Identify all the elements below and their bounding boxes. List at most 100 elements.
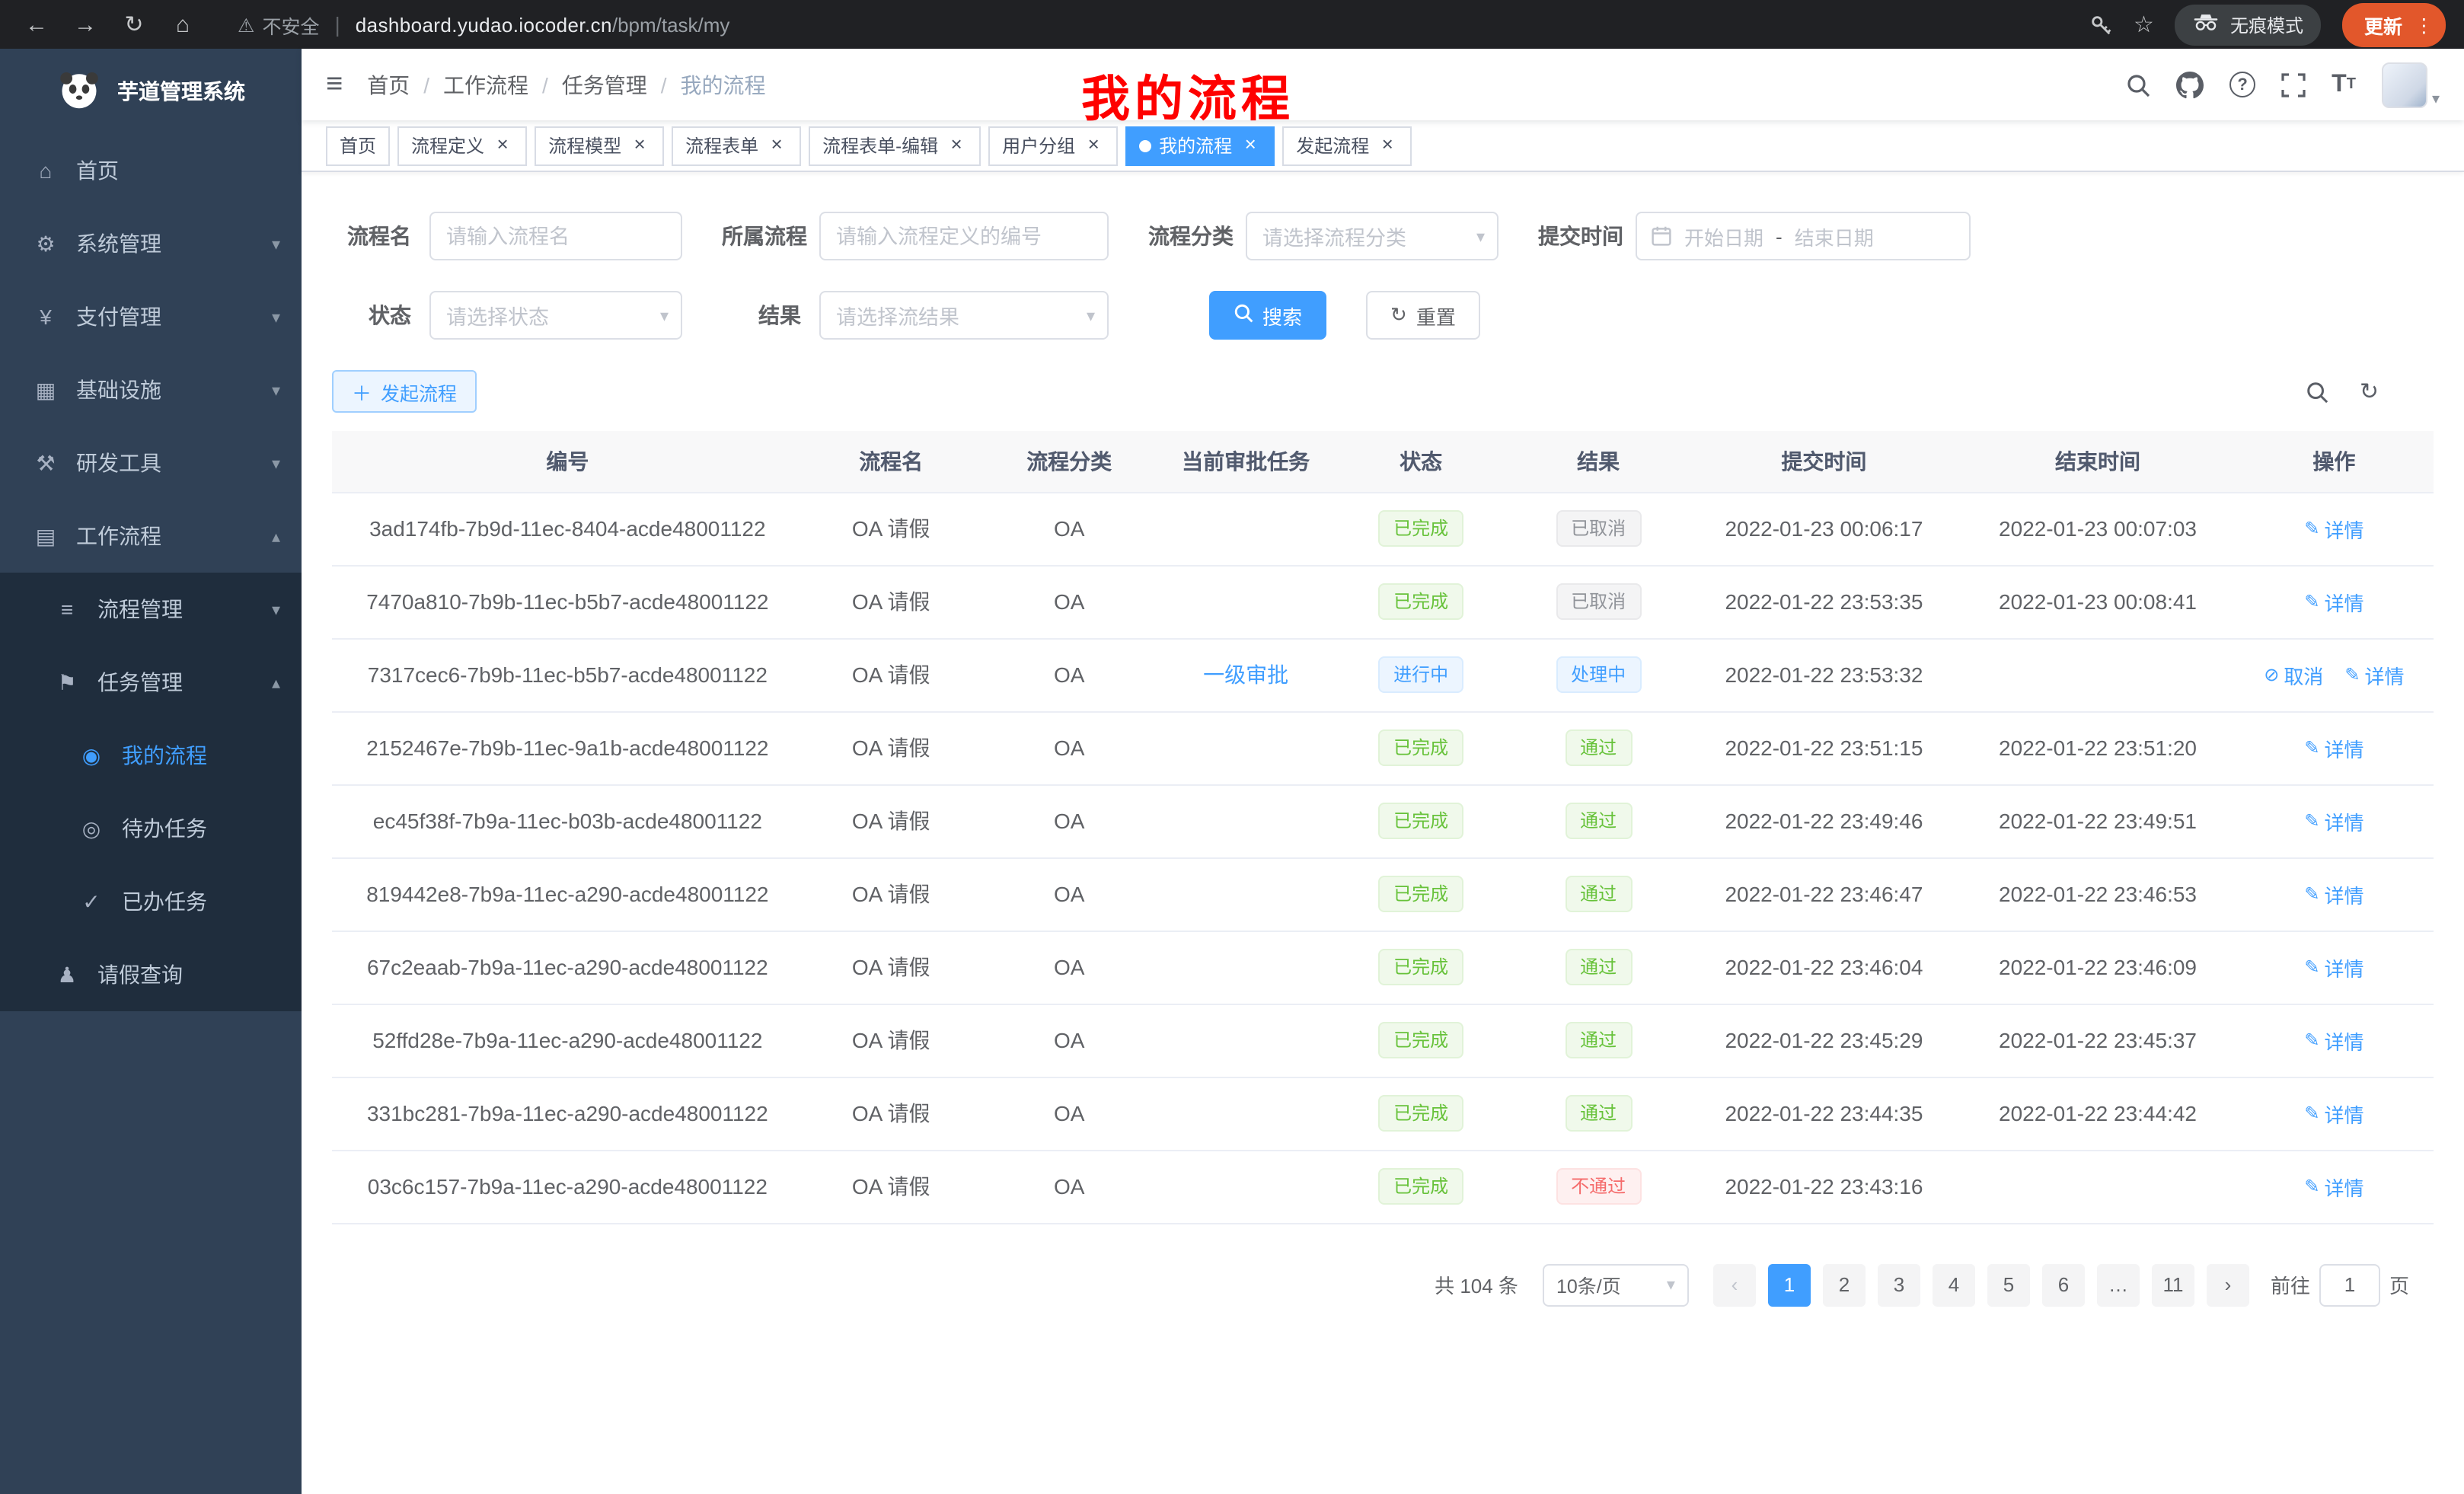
address-bar[interactable]: dashboard.yudao.iocoder.cn/bpm/task/my (356, 13, 730, 36)
app-logo-row[interactable]: 芋道管理系统 (0, 49, 302, 134)
page-button-4[interactable]: 4 (1933, 1263, 1975, 1306)
sidebar-item-done-tasks[interactable]: ✓已办任务 (0, 865, 302, 938)
page-button-2[interactable]: 2 (1823, 1263, 1866, 1306)
owner-process-input[interactable] (819, 212, 1109, 260)
search-button[interactable]: 搜索 (1209, 291, 1326, 340)
search-icon[interactable] (2126, 72, 2150, 97)
update-button[interactable]: 更新 ⋮ (2343, 2, 2446, 46)
leave-icon: ♟ (52, 962, 82, 988)
detail-button[interactable]: ✎详情 (2304, 1172, 2363, 1201)
browser-menu-icon[interactable]: ⋮ (2415, 13, 2434, 36)
table-row: 331bc281-7b9a-11ec-a290-acde48001122OA 请… (332, 1077, 2434, 1150)
sidebar-item-leave-query[interactable]: ♟请假查询 (0, 938, 302, 1011)
result-select[interactable]: 请选择流结果 ▾ (819, 291, 1109, 340)
reset-button[interactable]: ↻ 重置 (1366, 291, 1480, 340)
sidebar-item-payment-management[interactable]: ¥支付管理▾ (0, 280, 302, 353)
breadcrumb-item[interactable]: 任务管理 (562, 69, 647, 100)
detail-button[interactable]: ✎详情 (2304, 953, 2363, 982)
sidebar-item-infrastructure[interactable]: ▦基础设施▾ (0, 353, 302, 426)
detail-button[interactable]: ✎详情 (2304, 514, 2363, 543)
tab-process-model[interactable]: 流程模型× (535, 126, 664, 165)
process-name-label: 流程名 (332, 221, 429, 251)
page-button-11[interactable]: 11 (2152, 1263, 2194, 1306)
main-area: 我的流程 ≡ 首页/工作流程/任务管理/我的流程 ? TT (302, 49, 2464, 1494)
github-icon[interactable] (2176, 71, 2204, 98)
tab-home[interactable]: 首页 (326, 126, 390, 165)
tab-process-form-edit[interactable]: 流程表单-编辑× (809, 126, 981, 165)
tab-user-group[interactable]: 用户分组× (988, 126, 1118, 165)
tab-start-process[interactable]: 发起流程× (1282, 126, 1412, 165)
status-select[interactable]: 请选择状态 ▾ (429, 291, 682, 340)
font-size-icon[interactable]: TT (2332, 71, 2356, 98)
more-pages-button[interactable]: … (2097, 1263, 2140, 1306)
next-page-button[interactable]: › (2207, 1263, 2249, 1306)
sidebar-item-system-management[interactable]: ⚙系统管理▾ (0, 207, 302, 280)
detail-button[interactable]: ✎详情 (2304, 587, 2363, 616)
page-button-1[interactable]: 1 (1768, 1263, 1811, 1306)
sidebar-item-home[interactable]: ⌂首页 (0, 134, 302, 207)
close-icon[interactable]: × (1240, 135, 1261, 156)
sidebar-item-my-process[interactable]: ◉我的流程 (0, 719, 302, 792)
prev-page-button[interactable]: ‹ (1713, 1263, 1756, 1306)
search-toggle-icon[interactable] (2306, 380, 2329, 403)
security-status[interactable]: ⚠ 不安全 (238, 10, 319, 39)
breadcrumb-item[interactable]: 工作流程 (443, 69, 528, 100)
close-icon[interactable]: × (766, 135, 787, 156)
reload-icon[interactable]: ↻ (116, 8, 152, 41)
detail-button[interactable]: ✎详情 (2304, 1026, 2363, 1055)
detail-button[interactable]: ✎详情 (2304, 733, 2363, 762)
page-button-5[interactable]: 5 (1987, 1263, 2030, 1306)
edit-icon: ✎ (2304, 591, 2319, 612)
edit-icon: ✎ (2304, 810, 2319, 832)
avatar[interactable] (2382, 62, 2427, 107)
breadcrumb-item[interactable]: 首页 (367, 69, 410, 100)
tab-my-process[interactable]: 我的流程× (1125, 126, 1275, 165)
cell-submit-time: 2022-01-22 23:51:15 (1687, 711, 1961, 784)
submit-time-range-picker[interactable]: 开始日期 - 结束日期 (1636, 212, 1971, 260)
start-process-button[interactable]: ＋ 发起流程 (332, 370, 477, 413)
sidebar-item-todo-tasks[interactable]: ◎待办任务 (0, 792, 302, 865)
close-icon[interactable]: × (1377, 135, 1398, 156)
page-size-select[interactable]: 10条/页 ▾ (1543, 1263, 1689, 1306)
action-label: 详情 (2324, 1099, 2363, 1128)
cell-id: ec45f38f-7b9a-11ec-b03b-acde48001122 (332, 784, 803, 857)
jump-page-input[interactable] (2319, 1263, 2380, 1306)
page-button-6[interactable]: 6 (2042, 1263, 2085, 1306)
user-menu[interactable]: ▾ (2382, 62, 2440, 107)
close-icon[interactable]: × (946, 135, 967, 156)
close-icon[interactable]: × (629, 135, 650, 156)
fullscreen-icon[interactable] (2281, 72, 2306, 97)
sidebar-item-dev-tools[interactable]: ⚒研发工具▾ (0, 426, 302, 500)
cell-submit-time: 2022-01-22 23:53:32 (1687, 638, 1961, 711)
home-icon[interactable]: ⌂ (164, 8, 201, 41)
key-icon[interactable] (2089, 13, 2112, 36)
detail-button[interactable]: ✎详情 (2304, 879, 2363, 908)
tab-process-form[interactable]: 流程表单× (672, 126, 801, 165)
detail-button[interactable]: ✎详情 (2304, 1099, 2363, 1128)
detail-button[interactable]: ✎详情 (2344, 660, 2404, 689)
category-select[interactable]: 请选择流程分类 ▾ (1246, 212, 1499, 260)
sidebar-item-process-management[interactable]: ≡流程管理▾ (0, 573, 302, 646)
sidebar-item-task-management[interactable]: ⚑任务管理▴ (0, 646, 302, 719)
forward-icon[interactable]: → (67, 8, 104, 41)
cell-end-time: 2022-01-23 00:08:41 (1961, 565, 2235, 638)
refresh-table-icon[interactable]: ↻ (2360, 378, 2379, 405)
tabs-bar: 首页流程定义×流程模型×流程表单×流程表单-编辑×用户分组×我的流程×发起流程× (302, 120, 2464, 172)
table-row: 3ad174fb-7b9d-11ec-8404-acde48001122OA 请… (332, 492, 2434, 565)
sidebar-item-workflow[interactable]: ▤工作流程▴ (0, 500, 302, 573)
tab-process-definition[interactable]: 流程定义× (397, 126, 527, 165)
cancel-button[interactable]: ⊘取消 (2264, 660, 2323, 689)
process-name-input[interactable] (429, 212, 682, 260)
close-icon[interactable]: × (492, 135, 513, 156)
back-icon[interactable]: ← (18, 8, 55, 41)
current-task-link[interactable]: 一级审批 (1203, 662, 1288, 687)
page-button-3[interactable]: 3 (1878, 1263, 1920, 1306)
cell-end-time: 2022-01-22 23:51:20 (1961, 711, 2235, 784)
close-icon[interactable]: × (1083, 135, 1104, 156)
sidebar-item-label: 系统管理 (76, 228, 161, 259)
bookmark-star-icon[interactable]: ☆ (2134, 11, 2154, 38)
help-icon[interactable]: ? (2229, 72, 2255, 97)
detail-button[interactable]: ✎详情 (2304, 806, 2363, 835)
cell-status: 已完成 (1333, 784, 1510, 857)
menu-collapse-icon[interactable]: ≡ (326, 68, 343, 101)
